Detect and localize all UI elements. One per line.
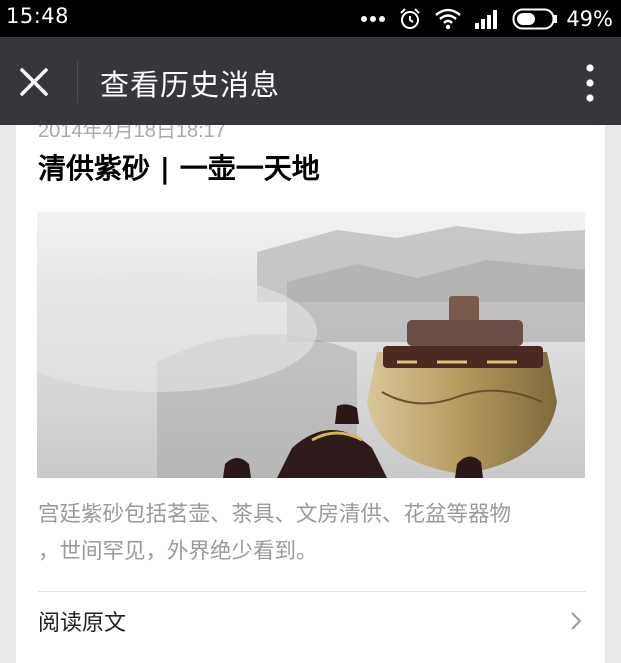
status-bar: 15:48 49% [0, 0, 621, 37]
more-button[interactable] [583, 61, 597, 105]
article-card[interactable]: 2014年4月18日18:17 清供紫砂 | 一壶一天地 宫廷紫砂包括茗壶、茶具… [16, 125, 605, 663]
card-divider [38, 591, 586, 592]
status-icons: 49% [360, 5, 613, 32]
more-dots-icon [361, 15, 386, 22]
close-icon [20, 68, 48, 96]
alarm-clock-icon [400, 7, 421, 29]
chevron-right-icon [571, 612, 582, 630]
status-time: 15:48 [6, 4, 70, 28]
close-button[interactable] [14, 62, 54, 102]
wifi-icon [435, 8, 462, 29]
cover-image[interactable] [37, 212, 585, 478]
battery-icon [512, 8, 558, 29]
post-date: 2014年4月18日18:17 [38, 125, 226, 142]
digest-line: ，世间罕见，外界绝少看到。 [38, 539, 318, 564]
nav-bar: 查看历史消息 [0, 37, 621, 125]
battery-percent: 49% [566, 6, 613, 31]
message-history-list[interactable]: 2014年4月18日18:17 清供紫砂 | 一壶一天地 宫廷紫砂包括茗壶、茶具… [0, 125, 621, 663]
post-digest: 宫廷紫砂包括茗壶、茶具、文房清供、花盆等器物 ，世间罕见，外界绝少看到。 [38, 496, 588, 570]
page-title: 查看历史消息 [100, 68, 281, 102]
signal-icon [475, 9, 498, 29]
nav-divider [77, 61, 78, 103]
read-more-label: 阅读原文 [38, 611, 127, 636]
more-vertical-icon [586, 64, 594, 102]
digest-line: 宫廷紫砂包括茗壶、茶具、文房清供、花盆等器物 [38, 502, 512, 527]
post-title[interactable]: 清供紫砂 | 一壶一天地 [38, 147, 320, 187]
read-more-link[interactable]: 阅读原文 [38, 595, 586, 647]
